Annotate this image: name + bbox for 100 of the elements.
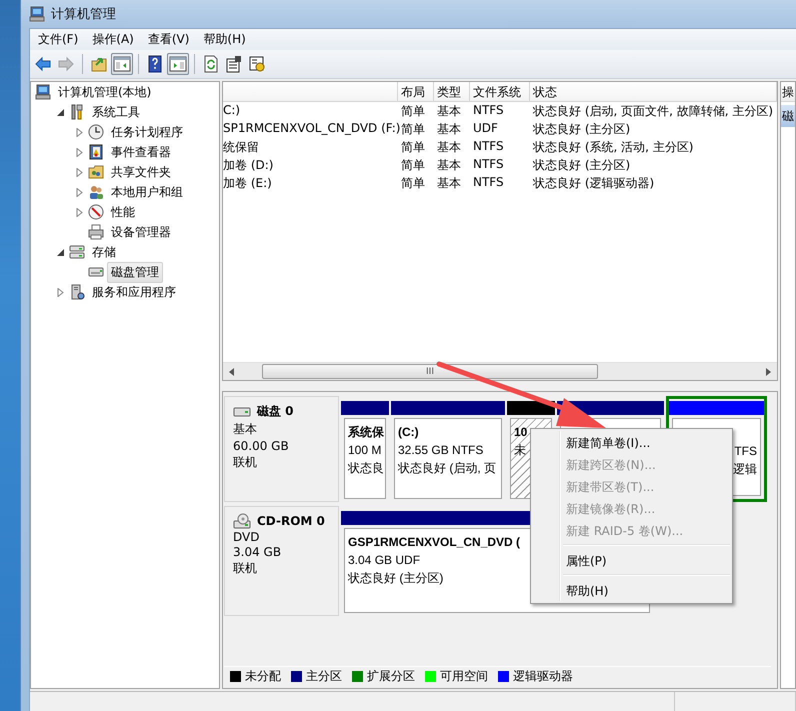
table-cell-text: NTFS bbox=[472, 138, 505, 155]
column-header[interactable]: 文件系统 bbox=[470, 82, 530, 102]
collapse-arrow-icon[interactable] bbox=[56, 108, 64, 116]
tree-item[interactable]: 事件查看器 bbox=[107, 142, 175, 162]
legend-label: 扩展分区 bbox=[367, 668, 415, 685]
tree-item[interactable]: 存储 bbox=[88, 242, 120, 262]
printer-icon bbox=[88, 224, 104, 240]
action-item[interactable]: 磁 bbox=[781, 105, 795, 127]
forward-arrow-icon bbox=[57, 55, 75, 73]
right-arrow-icon[interactable] bbox=[766, 368, 771, 376]
book-icon bbox=[88, 144, 104, 160]
column-header[interactable]: 布局 bbox=[398, 82, 434, 102]
partition-text: 10 bbox=[514, 424, 528, 441]
table-cell-text: 加卷 (E:) bbox=[223, 175, 273, 192]
partition-text: 状态良好 (启动, 页 bbox=[398, 460, 496, 477]
tree-item[interactable]: 磁盘管理 bbox=[107, 262, 163, 282]
server-icon bbox=[69, 284, 85, 300]
menu-item[interactable]: 属性(P) bbox=[533, 549, 730, 571]
partition-text: 系统保 bbox=[348, 424, 384, 441]
table-cell-text: 简单 bbox=[400, 139, 426, 156]
toolbar-button[interactable] bbox=[111, 53, 133, 75]
legend-label: 逻辑驱动器 bbox=[513, 668, 573, 685]
partition-text: 状态良好 (主分区) bbox=[348, 570, 444, 587]
menu-item[interactable]: 操作(A) bbox=[85, 31, 141, 48]
back-arrow-icon bbox=[34, 55, 52, 73]
settings-icon bbox=[248, 55, 266, 73]
column-header[interactable]: 状态 bbox=[530, 82, 777, 102]
tree-item[interactable]: 计算机管理(本地) bbox=[54, 82, 156, 102]
table-cell-text: 统保留 bbox=[223, 139, 260, 156]
table-cell-text: NTFS bbox=[472, 174, 505, 191]
partition-text: 3.04 GB UDF bbox=[348, 552, 420, 569]
table-cell-text: 基本 bbox=[436, 157, 462, 174]
legend-label: 可用空间 bbox=[440, 668, 488, 685]
cd-drive-icon bbox=[233, 513, 251, 529]
partition-bar bbox=[507, 401, 555, 415]
table-cell-text: NTFS bbox=[472, 102, 505, 119]
collapse-arrow-icon[interactable] bbox=[56, 248, 64, 256]
properties-icon bbox=[225, 55, 243, 73]
menu-item[interactable]: 帮助(H) bbox=[533, 579, 730, 601]
disk-detail: 联机 bbox=[233, 560, 258, 577]
left-arrow-icon[interactable] bbox=[229, 368, 234, 376]
help-icon bbox=[146, 55, 164, 73]
expand-arrow-icon[interactable] bbox=[74, 148, 84, 156]
refresh-icon bbox=[202, 55, 220, 73]
window-title: 计算机管理 bbox=[51, 6, 116, 23]
tree-item[interactable]: 性能 bbox=[107, 202, 139, 222]
scrollbar-thumb[interactable]: III bbox=[262, 364, 598, 379]
table-cell-text: SP1RMCENXVOL_CN_DVD (F:) bbox=[223, 120, 398, 137]
tree-item[interactable]: 服务和应用程序 bbox=[88, 282, 180, 302]
expand-arrow-icon[interactable] bbox=[56, 288, 64, 296]
partition-text: 100 M bbox=[348, 442, 382, 459]
partition-text: 未 bbox=[514, 442, 526, 459]
tree-item[interactable]: 系统工具 bbox=[88, 102, 144, 122]
table-cell-text: 简单 bbox=[400, 175, 426, 192]
disk-name: CD-ROM 0 bbox=[257, 514, 325, 528]
disk-name: 磁盘 0 bbox=[257, 403, 294, 420]
table-cell-text: 基本 bbox=[436, 121, 462, 138]
legend-label: 未分配 bbox=[245, 668, 281, 685]
menu-item[interactable]: 文件(F) bbox=[30, 31, 86, 48]
table-cell-text: 状态良好 (系统, 活动, 主分区) bbox=[532, 139, 694, 156]
expand-arrow-icon[interactable] bbox=[74, 208, 84, 216]
computer-icon bbox=[29, 6, 45, 22]
menu-item[interactable]: 新建简单卷(I)... bbox=[533, 431, 730, 453]
tools-icon bbox=[69, 104, 85, 120]
table-cell-text: NTFS bbox=[472, 156, 505, 173]
column-header[interactable]: 类型 bbox=[434, 82, 470, 102]
table-cell-text: 基本 bbox=[436, 103, 462, 120]
tree-item[interactable]: 任务计划程序 bbox=[107, 122, 187, 142]
horizontal-scrollbar[interactable]: III bbox=[223, 362, 777, 380]
computer-icon bbox=[35, 84, 51, 100]
menu-item[interactable]: 查看(V) bbox=[140, 31, 196, 48]
disk-detail: 基本 bbox=[233, 421, 258, 438]
drive-icon bbox=[233, 406, 251, 418]
tree-item[interactable]: 设备管理器 bbox=[107, 222, 175, 242]
panel-left-icon bbox=[113, 55, 131, 73]
expand-arrow-icon[interactable] bbox=[74, 128, 84, 136]
partition-text: 状态良 bbox=[348, 460, 384, 477]
toolbar-button[interactable] bbox=[167, 53, 189, 75]
table-cell-text: 状态良好 (逻辑驱动器) bbox=[532, 175, 656, 192]
table-cell-text: C:) bbox=[223, 102, 242, 119]
disk-detail: 60.00 GB bbox=[233, 439, 290, 453]
disk-detail: 3.04 GB bbox=[233, 545, 282, 559]
table-cell-text: UDF bbox=[472, 120, 499, 137]
partition-text: TFS bbox=[734, 443, 757, 460]
tree-item[interactable]: 共享文件夹 bbox=[107, 162, 175, 182]
folder-up-icon bbox=[90, 55, 108, 73]
table-cell-text: 基本 bbox=[436, 139, 462, 156]
disk-info-panel[interactable]: CD-ROM 0 DVD 3.04 GB 联机 bbox=[224, 506, 339, 616]
expand-arrow-icon[interactable] bbox=[74, 168, 84, 176]
disk-info-panel[interactable]: 磁盘 0 基本 60.00 GB 联机 bbox=[224, 396, 339, 502]
expand-arrow-icon[interactable] bbox=[74, 188, 84, 196]
table-cell-text: 状态良好 (主分区) bbox=[532, 157, 632, 174]
disk-detail: 联机 bbox=[233, 454, 258, 471]
partition-text: 32.55 GB NTFS bbox=[398, 442, 484, 459]
tree-item[interactable]: 本地用户和组 bbox=[107, 182, 187, 202]
users-icon bbox=[88, 184, 104, 200]
partition-text: GSP1RMCENXVOL_CN_DVD ( bbox=[348, 534, 520, 551]
menu-item[interactable]: 帮助(H) bbox=[196, 31, 253, 48]
disk-detail: DVD bbox=[233, 530, 260, 544]
clock-icon bbox=[88, 124, 104, 140]
